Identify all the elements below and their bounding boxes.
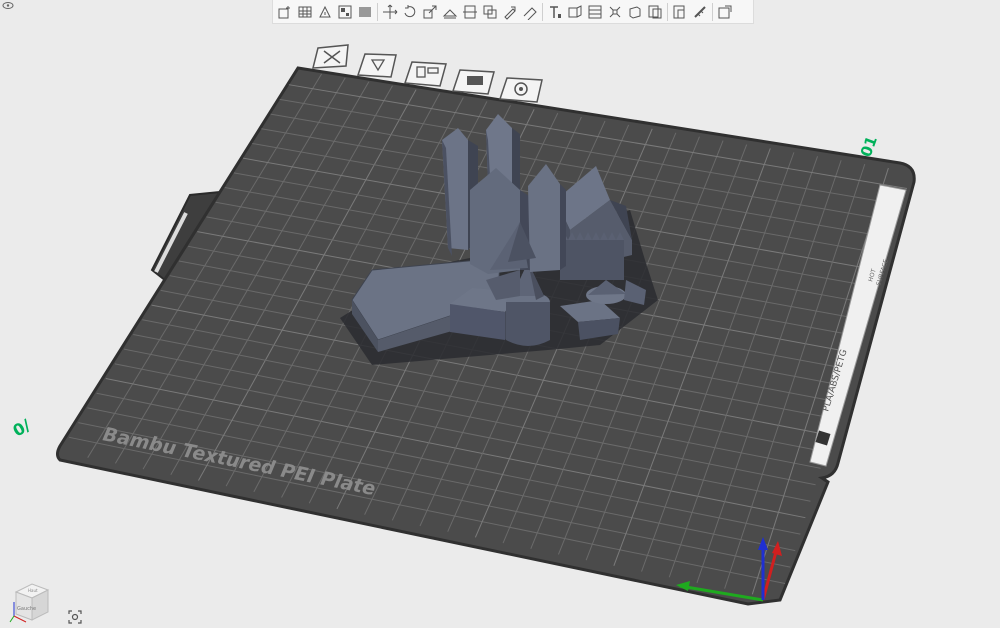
variable-layer-icon (588, 5, 602, 18)
3d-viewport[interactable]: Bambu Textured PEI Plate PLA/ABS/PETG HO… (0, 0, 1000, 628)
add-object-button[interactable] (276, 2, 295, 21)
seam-paint-button[interactable] (521, 2, 540, 21)
split-objects-button[interactable] (646, 2, 665, 21)
color-paint-icon (568, 4, 582, 17)
lay-on-face-button[interactable] (441, 2, 460, 21)
rotate-icon (404, 4, 416, 17)
top-toolbar (272, 0, 754, 24)
move-button[interactable] (381, 2, 400, 21)
text-icon (550, 5, 561, 18)
nav-cube-top-label: Haut (28, 588, 38, 593)
settings-icon (718, 5, 732, 18)
arrange-plate-icon[interactable] (403, 61, 447, 87)
seam-paint-icon (523, 6, 537, 20)
assembly-icon (629, 5, 641, 19)
add-object-icon (278, 5, 290, 18)
split-view-button[interactable] (356, 2, 375, 21)
add-plate-icon (298, 6, 312, 17)
toolbar-separator (377, 2, 378, 21)
lay-on-face-icon (442, 8, 458, 18)
scale-icon (423, 5, 437, 18)
arrange-icon (338, 5, 352, 18)
corner-marker: 01 (857, 134, 881, 160)
support-paint-icon (504, 6, 516, 20)
assembly-button[interactable] (626, 2, 645, 21)
mesh-boolean-button[interactable] (481, 2, 500, 21)
split-parts-icon (673, 5, 685, 18)
toolbar-separator (667, 2, 668, 21)
view-settings-icon[interactable] (2, 1, 14, 10)
add-plate-button[interactable] (296, 2, 315, 21)
delete-plate-icon[interactable] (312, 44, 349, 69)
cut-button[interactable] (461, 2, 480, 21)
color-paint-button[interactable] (566, 2, 585, 21)
measure-icon (694, 5, 706, 18)
split-objects-icon (648, 5, 662, 18)
split-view-icon (359, 6, 371, 17)
nav-cube-front-label: Gauche (17, 606, 36, 612)
explode-button[interactable] (606, 2, 625, 21)
measure-button[interactable] (691, 2, 710, 21)
origin-marker: 0/ (10, 415, 34, 440)
scale-button[interactable] (421, 2, 440, 21)
support-paint-button[interactable] (501, 2, 520, 21)
explode-icon (609, 6, 621, 17)
toolbar-separator (712, 2, 713, 21)
text-button[interactable] (546, 2, 565, 21)
navigation-cube[interactable]: Haut Gauche (8, 574, 58, 626)
mesh-boolean-icon (483, 5, 497, 18)
lock-plate-icon[interactable] (451, 69, 495, 95)
arrange-button[interactable] (336, 2, 355, 21)
cut-icon (463, 5, 477, 18)
plate-settings-icon[interactable] (498, 77, 543, 103)
rotate-button[interactable] (401, 2, 420, 21)
settings-button[interactable] (716, 2, 735, 21)
zoom-to-fit-icon[interactable] (67, 609, 83, 625)
toolbar-separator (542, 2, 543, 21)
move-icon (383, 4, 398, 19)
split-parts-button[interactable] (671, 2, 690, 21)
auto-orient-plate-icon[interactable] (356, 53, 397, 78)
auto-orient-button[interactable] (316, 2, 335, 21)
auto-orient-icon (319, 5, 331, 17)
variable-layer-button[interactable] (586, 2, 605, 21)
